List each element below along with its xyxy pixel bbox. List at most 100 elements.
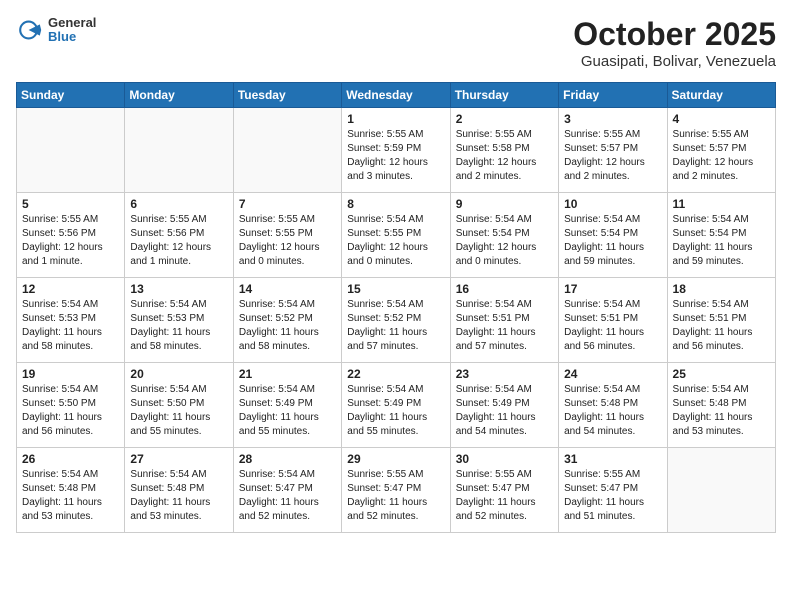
day-content: Sunrise: 5:55 AMSunset: 5:57 PMDaylight:… bbox=[564, 128, 661, 184]
calendar-cell: 10 Sunrise: 5:54 AMSunset: 5:54 PMDayligh… bbox=[559, 193, 667, 278]
calendar-table: SundayMondayTuesdayWednesdayThursdayFrid… bbox=[16, 82, 776, 533]
day-content: Sunrise: 5:54 AMSunset: 5:53 PMDaylight:… bbox=[130, 298, 227, 354]
day-content: Sunrise: 5:54 AMSunset: 5:51 PMDaylight:… bbox=[673, 298, 770, 354]
day-content: Sunrise: 5:54 AMSunset: 5:48 PMDaylight:… bbox=[130, 468, 227, 524]
day-of-week-header: Sunday bbox=[17, 83, 125, 108]
day-number: 6 bbox=[130, 197, 227, 211]
logo: General Blue bbox=[16, 16, 96, 45]
day-content: Sunrise: 5:54 AMSunset: 5:51 PMDaylight:… bbox=[564, 298, 661, 354]
calendar-week-row: 26 Sunrise: 5:54 AMSunset: 5:48 PMDayligh… bbox=[17, 448, 776, 533]
calendar-header-row: SundayMondayTuesdayWednesdayThursdayFrid… bbox=[17, 83, 776, 108]
day-number: 24 bbox=[564, 367, 661, 381]
day-content: Sunrise: 5:54 AMSunset: 5:47 PMDaylight:… bbox=[239, 468, 336, 524]
calendar-cell: 12Sunrise: 5:54 AMSunset: 5:53 PMDayligh… bbox=[17, 278, 125, 363]
day-number: 11 bbox=[673, 197, 770, 211]
day-of-week-header: Tuesday bbox=[233, 83, 341, 108]
day-number: 16 bbox=[456, 282, 553, 296]
day-content: Sunrise: 5:54 AMSunset: 5:49 PMDaylight:… bbox=[239, 383, 336, 439]
day-content: Sunrise: 5:54 AMSunset: 5:48 PMDaylight:… bbox=[22, 468, 119, 524]
page-header: General Blue October 2025 Guasipati, Bol… bbox=[16, 16, 776, 70]
calendar-cell: 6 Sunrise: 5:55 AMSunset: 5:56 PMDaylight… bbox=[125, 193, 233, 278]
calendar-cell bbox=[233, 108, 341, 193]
calendar-cell: 3 Sunrise: 5:55 AMSunset: 5:57 PMDaylight… bbox=[559, 108, 667, 193]
calendar-cell: 1Sunrise: 5:55 AMSunset: 5:59 PMDaylight… bbox=[342, 108, 450, 193]
day-number: 29 bbox=[347, 452, 444, 466]
day-content: Sunrise: 5:55 AMSunset: 5:59 PMDaylight:… bbox=[347, 128, 444, 184]
calendar-cell: 9Sunrise: 5:54 AMSunset: 5:54 PMDaylight… bbox=[450, 193, 558, 278]
calendar-cell: 11Sunrise: 5:54 AMSunset: 5:54 PMDayligh… bbox=[667, 193, 775, 278]
day-number: 3 bbox=[564, 112, 661, 126]
calendar-cell: 23Sunrise: 5:54 AMSunset: 5:49 PMDayligh… bbox=[450, 363, 558, 448]
day-content: Sunrise: 5:55 AMSunset: 5:47 PMDaylight:… bbox=[456, 468, 553, 524]
calendar-cell bbox=[17, 108, 125, 193]
calendar-cell: 25 Sunrise: 5:54 AMSunset: 5:48 PMDayligh… bbox=[667, 363, 775, 448]
day-content: Sunrise: 5:54 AMSunset: 5:48 PMDaylight:… bbox=[673, 383, 770, 439]
calendar-cell: 24 Sunrise: 5:54 AMSunset: 5:48 PMDayligh… bbox=[559, 363, 667, 448]
logo-text: General Blue bbox=[48, 16, 96, 45]
calendar-cell: 16 Sunrise: 5:54 AMSunset: 5:51 PMDayligh… bbox=[450, 278, 558, 363]
day-content: Sunrise: 5:54 AMSunset: 5:54 PMDaylight:… bbox=[564, 213, 661, 269]
day-number: 31 bbox=[564, 452, 661, 466]
day-content: Sunrise: 5:54 AMSunset: 5:52 PMDaylight:… bbox=[347, 298, 444, 354]
month-title: October 2025 bbox=[573, 16, 776, 53]
calendar-cell bbox=[125, 108, 233, 193]
calendar-cell: 27 Sunrise: 5:54 AMSunset: 5:48 PMDayligh… bbox=[125, 448, 233, 533]
day-number: 23 bbox=[456, 367, 553, 381]
calendar-cell: 17 Sunrise: 5:54 AMSunset: 5:51 PMDayligh… bbox=[559, 278, 667, 363]
day-number: 4 bbox=[673, 112, 770, 126]
day-number: 14 bbox=[239, 282, 336, 296]
title-area: October 2025 Guasipati, Bolivar, Venezue… bbox=[573, 16, 776, 70]
calendar-cell: 14 Sunrise: 5:54 AMSunset: 5:52 PMDayligh… bbox=[233, 278, 341, 363]
day-content: Sunrise: 5:54 AMSunset: 5:55 PMDaylight:… bbox=[347, 213, 444, 269]
calendar-cell: 13 Sunrise: 5:54 AMSunset: 5:53 PMDayligh… bbox=[125, 278, 233, 363]
day-number: 15 bbox=[347, 282, 444, 296]
day-content: Sunrise: 5:55 AMSunset: 5:56 PMDaylight:… bbox=[130, 213, 227, 269]
day-content: Sunrise: 5:54 AMSunset: 5:48 PMDaylight:… bbox=[564, 383, 661, 439]
calendar-week-row: 1Sunrise: 5:55 AMSunset: 5:59 PMDaylight… bbox=[17, 108, 776, 193]
day-of-week-header: Friday bbox=[559, 83, 667, 108]
day-content: Sunrise: 5:55 AMSunset: 5:56 PMDaylight:… bbox=[22, 213, 119, 269]
day-number: 27 bbox=[130, 452, 227, 466]
day-number: 28 bbox=[239, 452, 336, 466]
calendar-week-row: 12Sunrise: 5:54 AMSunset: 5:53 PMDayligh… bbox=[17, 278, 776, 363]
calendar-week-row: 19 Sunrise: 5:54 AMSunset: 5:50 PMDayligh… bbox=[17, 363, 776, 448]
day-content: Sunrise: 5:54 AMSunset: 5:49 PMDaylight:… bbox=[347, 383, 444, 439]
calendar-cell: 20 Sunrise: 5:54 AMSunset: 5:50 PMDayligh… bbox=[125, 363, 233, 448]
day-number: 30 bbox=[456, 452, 553, 466]
day-of-week-header: Saturday bbox=[667, 83, 775, 108]
calendar-cell: 4 Sunrise: 5:55 AMSunset: 5:57 PMDaylight… bbox=[667, 108, 775, 193]
day-content: Sunrise: 5:55 AMSunset: 5:57 PMDaylight:… bbox=[673, 128, 770, 184]
day-number: 5 bbox=[22, 197, 119, 211]
calendar-cell: 31 Sunrise: 5:55 AMSunset: 5:47 PMDayligh… bbox=[559, 448, 667, 533]
calendar-cell: 8Sunrise: 5:54 AMSunset: 5:55 PMDaylight… bbox=[342, 193, 450, 278]
day-number: 13 bbox=[130, 282, 227, 296]
calendar-cell bbox=[667, 448, 775, 533]
logo-blue: Blue bbox=[48, 30, 96, 44]
day-number: 22 bbox=[347, 367, 444, 381]
day-content: Sunrise: 5:54 AMSunset: 5:50 PMDaylight:… bbox=[130, 383, 227, 439]
day-number: 26 bbox=[22, 452, 119, 466]
day-number: 19 bbox=[22, 367, 119, 381]
day-number: 17 bbox=[564, 282, 661, 296]
day-number: 10 bbox=[564, 197, 661, 211]
calendar-cell: 7Sunrise: 5:55 AMSunset: 5:55 PMDaylight… bbox=[233, 193, 341, 278]
day-number: 25 bbox=[673, 367, 770, 381]
day-content: Sunrise: 5:55 AMSunset: 5:47 PMDaylight:… bbox=[564, 468, 661, 524]
day-number: 18 bbox=[673, 282, 770, 296]
day-of-week-header: Wednesday bbox=[342, 83, 450, 108]
day-number: 21 bbox=[239, 367, 336, 381]
calendar-cell: 22 Sunrise: 5:54 AMSunset: 5:49 PMDayligh… bbox=[342, 363, 450, 448]
day-content: Sunrise: 5:54 AMSunset: 5:52 PMDaylight:… bbox=[239, 298, 336, 354]
logo-icon bbox=[16, 16, 44, 44]
day-number: 7 bbox=[239, 197, 336, 211]
calendar-cell: 28 Sunrise: 5:54 AMSunset: 5:47 PMDayligh… bbox=[233, 448, 341, 533]
day-content: Sunrise: 5:55 AMSunset: 5:58 PMDaylight:… bbox=[456, 128, 553, 184]
location: Guasipati, Bolivar, Venezuela bbox=[573, 53, 776, 70]
day-number: 9 bbox=[456, 197, 553, 211]
day-content: Sunrise: 5:55 AMSunset: 5:47 PMDaylight:… bbox=[347, 468, 444, 524]
calendar-cell: 21 Sunrise: 5:54 AMSunset: 5:49 PMDayligh… bbox=[233, 363, 341, 448]
calendar-cell: 15 Sunrise: 5:54 AMSunset: 5:52 PMDayligh… bbox=[342, 278, 450, 363]
day-content: Sunrise: 5:54 AMSunset: 5:51 PMDaylight:… bbox=[456, 298, 553, 354]
day-number: 20 bbox=[130, 367, 227, 381]
calendar-cell: 2Sunrise: 5:55 AMSunset: 5:58 PMDaylight… bbox=[450, 108, 558, 193]
